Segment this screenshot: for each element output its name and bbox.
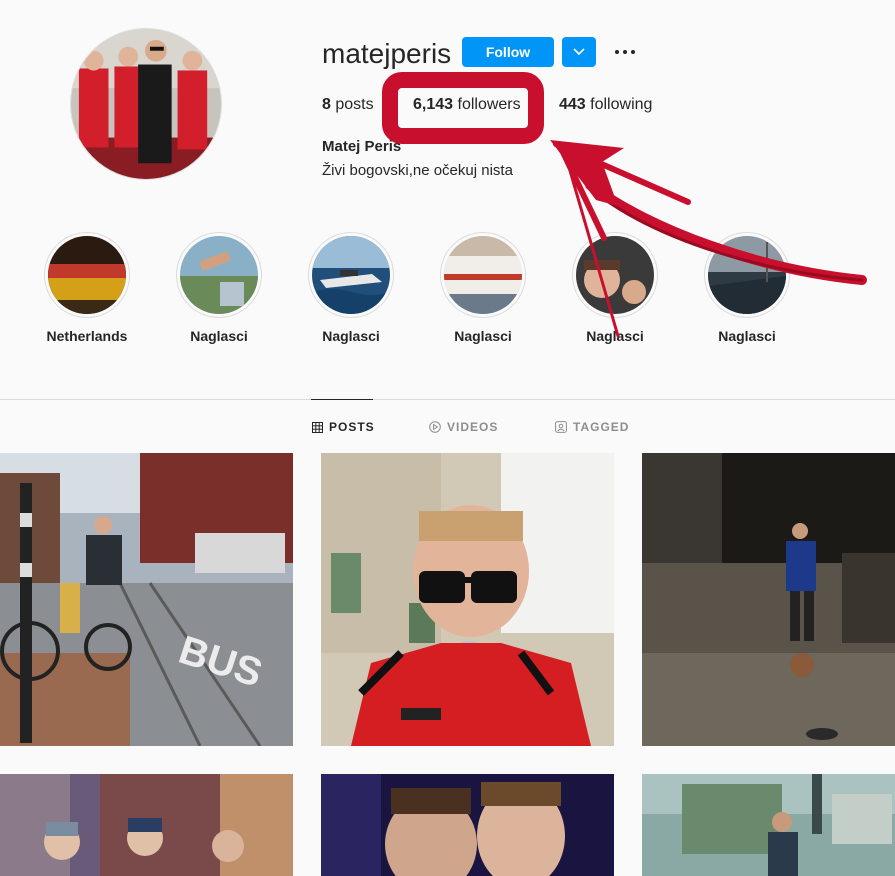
highlight-cover-image (312, 236, 390, 314)
highlight-cover-image (48, 236, 126, 314)
more-options-icon[interactable] (612, 40, 638, 64)
profile-full-name: Matej Peris (322, 138, 402, 155)
post-thumbnail[interactable] (642, 453, 895, 746)
tabs-divider (0, 399, 895, 400)
story-highlight[interactable]: Naglasci (176, 232, 262, 344)
posts-count: 8 (322, 96, 331, 113)
followers-stat[interactable]: 6,143 followers (413, 96, 521, 114)
story-highlight[interactable]: Naglasci (440, 232, 526, 344)
tab-label: TAGGED (573, 420, 630, 434)
followers-count: 6,143 (413, 96, 454, 113)
following-label: following (590, 96, 653, 113)
post-thumbnail[interactable] (0, 774, 293, 876)
profile-username: matejperis (322, 38, 452, 69)
story-highlight[interactable]: Naglasci (572, 232, 658, 344)
story-highlight[interactable]: Netherlands (44, 232, 130, 344)
post-thumbnail[interactable] (642, 774, 895, 876)
highlight-label: Naglasci (454, 328, 512, 344)
tab-posts[interactable]: POSTS (312, 420, 375, 434)
tab-tagged[interactable]: TAGGED (555, 420, 629, 434)
story-highlight[interactable]: Naglasci (308, 232, 394, 344)
highlight-label: Naglasci (322, 328, 380, 344)
tab-label: POSTS (329, 420, 375, 434)
follow-button[interactable]: Follow (462, 37, 554, 67)
post-thumbnail[interactable]: BUS (0, 453, 293, 746)
posts-stat: 8 posts (322, 96, 374, 114)
tag-portrait-icon (555, 421, 567, 433)
highlight-label: Netherlands (46, 328, 128, 344)
grid-icon (312, 421, 323, 433)
highlight-label: Naglasci (586, 328, 644, 344)
post-thumbnail[interactable] (321, 774, 614, 876)
story-highlight[interactable]: Naglasci (704, 232, 790, 344)
post-thumbnail[interactable] (321, 453, 614, 746)
highlight-label: Naglasci (190, 328, 248, 344)
tab-videos[interactable]: VIDEOS (429, 420, 498, 434)
followers-label: followers (457, 96, 521, 113)
posts-label: posts (335, 96, 374, 113)
profile-avatar[interactable] (70, 28, 222, 180)
suggested-dropdown-button[interactable] (562, 37, 596, 67)
highlight-cover-image (708, 236, 786, 314)
highlight-cover-image (180, 236, 258, 314)
highlight-cover-image (576, 236, 654, 314)
following-count: 443 (559, 96, 586, 113)
play-circle-icon (429, 421, 441, 433)
active-tab-indicator (311, 399, 373, 400)
highlight-label: Naglasci (718, 328, 776, 344)
tab-label: VIDEOS (447, 420, 499, 434)
following-stat[interactable]: 443 following (559, 96, 652, 114)
highlight-cover-image (444, 236, 522, 314)
profile-bio: Živi bogovski,ne očekuj nista (322, 162, 513, 179)
chevron-down-icon (573, 48, 585, 56)
